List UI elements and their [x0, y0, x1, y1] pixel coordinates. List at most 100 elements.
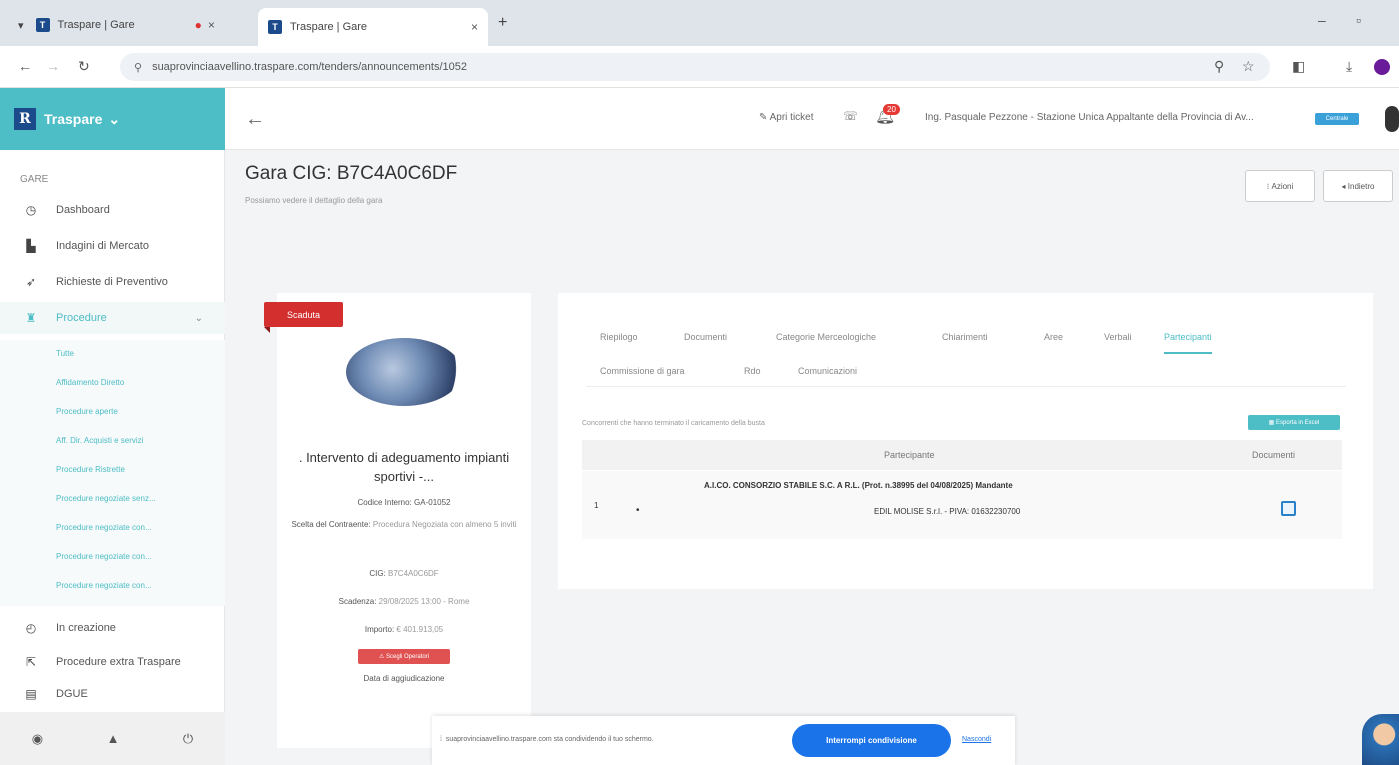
zoom-icon[interactable]: ⚲ — [1214, 58, 1224, 75]
back-button[interactable]: ◂ Indietro — [1323, 170, 1393, 202]
tab-title: Traspare | Gare — [290, 21, 368, 33]
new-tab-button[interactable]: + — [498, 14, 507, 32]
brand-name: Traspare — [44, 111, 103, 127]
sidebar-item-label: Richieste di Preventivo — [56, 276, 168, 288]
participants-table-header: Partecipante Documenti — [582, 440, 1342, 470]
sidebar-item-extra[interactable]: ⇱ Procedure extra Traspare — [0, 646, 225, 678]
back-arrow-icon[interactable]: ← — [245, 108, 265, 131]
documents-icon[interactable] — [1281, 501, 1296, 516]
phone-icon[interactable]: ☏ — [843, 109, 858, 123]
submenu-item[interactable]: Aff. Dir. Acquisti e servizi — [56, 436, 143, 445]
sidebar-item-label: DGUE — [56, 688, 88, 700]
extensions-icon[interactable]: ◧ — [1292, 58, 1305, 75]
browser-tabbar: ▾ T Traspare | Gare ● × T Traspare | Gar… — [0, 0, 1399, 46]
assistant-avatar[interactable] — [1362, 714, 1399, 765]
stop-sharing-button[interactable]: Interrompi condivisione — [792, 724, 951, 757]
url-field[interactable]: ⚲ suaprovinciaavellino.traspare.com/tend… — [120, 53, 1270, 81]
clock-icon: ◴ — [25, 621, 37, 635]
tab-documenti[interactable]: Documenti — [684, 332, 727, 342]
award-date-link[interactable]: Data di aggiudicazione — [288, 672, 520, 685]
open-ticket-link[interactable]: ✎ Apri ticket — [759, 112, 814, 123]
chevron-down-icon: ⌄ — [108, 110, 121, 127]
browser-tab-1[interactable]: ▾ T Traspare | Gare ● × — [8, 10, 225, 40]
tab-riepilogo[interactable]: Riepilogo — [600, 332, 638, 342]
user-org-label[interactable]: Ing. Pasquale Pezzone - Stazione Unica A… — [925, 112, 1305, 123]
notifications-button[interactable]: 🔔︎ 20 — [875, 104, 901, 132]
trophy-icon: ♜ — [25, 311, 37, 325]
sidebar-item-label: Procedure — [56, 312, 107, 324]
hide-link[interactable]: Nascondi — [962, 736, 991, 743]
tab-commissione[interactable]: Commissione di gara — [600, 366, 685, 376]
browser-tab-2[interactable]: T Traspare | Gare × — [258, 8, 488, 46]
choose-operators-button[interactable]: ⚠ Scegli Operatori — [358, 649, 450, 664]
sidebar-item-procedure[interactable]: ♜ Procedure ⌄ — [0, 302, 225, 334]
sidebar-item-label: In creazione — [56, 622, 116, 634]
role-badge: Centrale — [1315, 113, 1359, 125]
export-excel-button[interactable]: ▦ Esporta in Excel — [1248, 415, 1340, 430]
user-icon[interactable]: ▲ — [107, 731, 120, 746]
brand-logo: R — [14, 108, 36, 130]
submenu-item[interactable]: Affidamento Diretto — [56, 378, 124, 387]
tab-partecipanti[interactable]: Partecipanti — [1164, 332, 1212, 354]
document-icon: ▤ — [25, 687, 37, 701]
submenu-item[interactable]: Procedure Ristrette — [56, 465, 125, 474]
screen-share-bar: ⁞ suaprovinciaavellino.traspare.com sta … — [432, 716, 1015, 765]
sidebar-item-in-creazione[interactable]: ◴ In creazione — [0, 612, 225, 644]
submenu-item[interactable]: Procedure negoziate con... — [56, 523, 152, 532]
traspare-favicon: T — [268, 20, 282, 34]
chart-icon: ▙ — [26, 239, 36, 253]
reload-icon[interactable]: ↻ — [78, 58, 90, 75]
site-info-icon[interactable]: ⚲ — [134, 61, 142, 74]
browser-addressbar: ← → ↻ ⚲ suaprovinciaavellino.traspare.co… — [0, 46, 1399, 88]
back-icon[interactable]: ← — [18, 58, 32, 74]
tab-categorie[interactable]: Categorie Merceologiche — [776, 332, 876, 342]
app-topbar: ← ✎ Apri ticket ☏ 🔔︎ 20 Ing. Pasquale Pe… — [225, 88, 1399, 150]
close-icon[interactable]: × — [471, 20, 478, 34]
download-icon[interactable]: ⤓ — [1346, 58, 1352, 75]
url-text: suaprovinciaavellino.traspare.com/tender… — [152, 61, 467, 73]
sidebar-item-indagini[interactable]: ▙ Indagini di Mercato — [0, 230, 225, 262]
sidebar-item-label: Dashboard — [56, 204, 110, 216]
tab-aree[interactable]: Aree — [1044, 332, 1063, 342]
tab-menu-icon[interactable]: ▾ — [18, 19, 24, 32]
dashboard-icon: ◷ — [25, 203, 37, 217]
handshake-image — [346, 338, 462, 406]
expand-icon[interactable]: • — [636, 505, 640, 516]
user-avatar[interactable] — [1385, 106, 1399, 132]
traspare-favicon: T — [35, 18, 50, 32]
tender-amount: Importo: € 401.913,05 — [364, 625, 444, 634]
restore-icon[interactable]: ▫ — [1356, 12, 1361, 28]
participant-member: EDIL MOLISE S.r.l. - PIVA: 01632230700 — [874, 507, 1021, 516]
tender-choice: Scelta del Contraente: Procedura Negozia… — [291, 520, 517, 529]
forward-icon[interactable]: → — [46, 58, 60, 74]
share-text: ⁞ suaprovinciaavellino.traspare.com sta … — [440, 736, 654, 743]
submenu-item[interactable]: Procedure aperte — [56, 407, 118, 416]
bookmark-star-icon[interactable]: ☆ — [1242, 58, 1255, 75]
column-header: Documenti — [1252, 450, 1296, 460]
tab-rdo[interactable]: Rdo — [744, 366, 761, 376]
submenu-item[interactable]: Procedure negoziate con... — [56, 552, 152, 561]
sidebar-item-richieste[interactable]: ➶ Richieste di Preventivo — [0, 266, 225, 298]
tab-comunicazioni[interactable]: Comunicazioni — [798, 366, 857, 376]
sidebar-item-label: Indagini di Mercato — [56, 240, 149, 252]
ribbon-fold — [264, 327, 270, 333]
globe-icon[interactable]: ◉ — [32, 731, 43, 747]
actions-button[interactable]: ⁝ Azioni — [1245, 170, 1315, 202]
tabs-divider — [586, 386, 1346, 387]
profile-avatar[interactable] — [1374, 59, 1390, 75]
submenu-item[interactable]: Tutte — [56, 349, 74, 358]
submenu-item[interactable]: Procedure negoziate con... — [56, 581, 152, 590]
tab-chiarimenti[interactable]: Chiarimenti — [942, 332, 988, 342]
minimize-icon[interactable]: – — [1318, 12, 1326, 28]
participants-note: Concorrenti che hanno terminato il caric… — [582, 420, 765, 427]
close-icon[interactable]: × — [208, 18, 215, 32]
sidebar-item-dashboard[interactable]: ◷ Dashboard — [0, 194, 225, 226]
column-header: Partecipante — [884, 450, 935, 460]
power-icon[interactable]: ⏻ — [183, 731, 193, 747]
send-icon: ➶ — [25, 275, 37, 289]
brand-menu[interactable]: R Traspare ⌄ — [0, 88, 225, 150]
tab-verbali[interactable]: Verbali — [1104, 332, 1132, 342]
submenu-item[interactable]: Procedure negoziate senz... — [56, 494, 156, 503]
sidebar-item-dgue[interactable]: ▤ DGUE — [0, 678, 225, 710]
procedure-submenu: Tutte Affidamento Diretto Procedure aper… — [0, 340, 225, 606]
